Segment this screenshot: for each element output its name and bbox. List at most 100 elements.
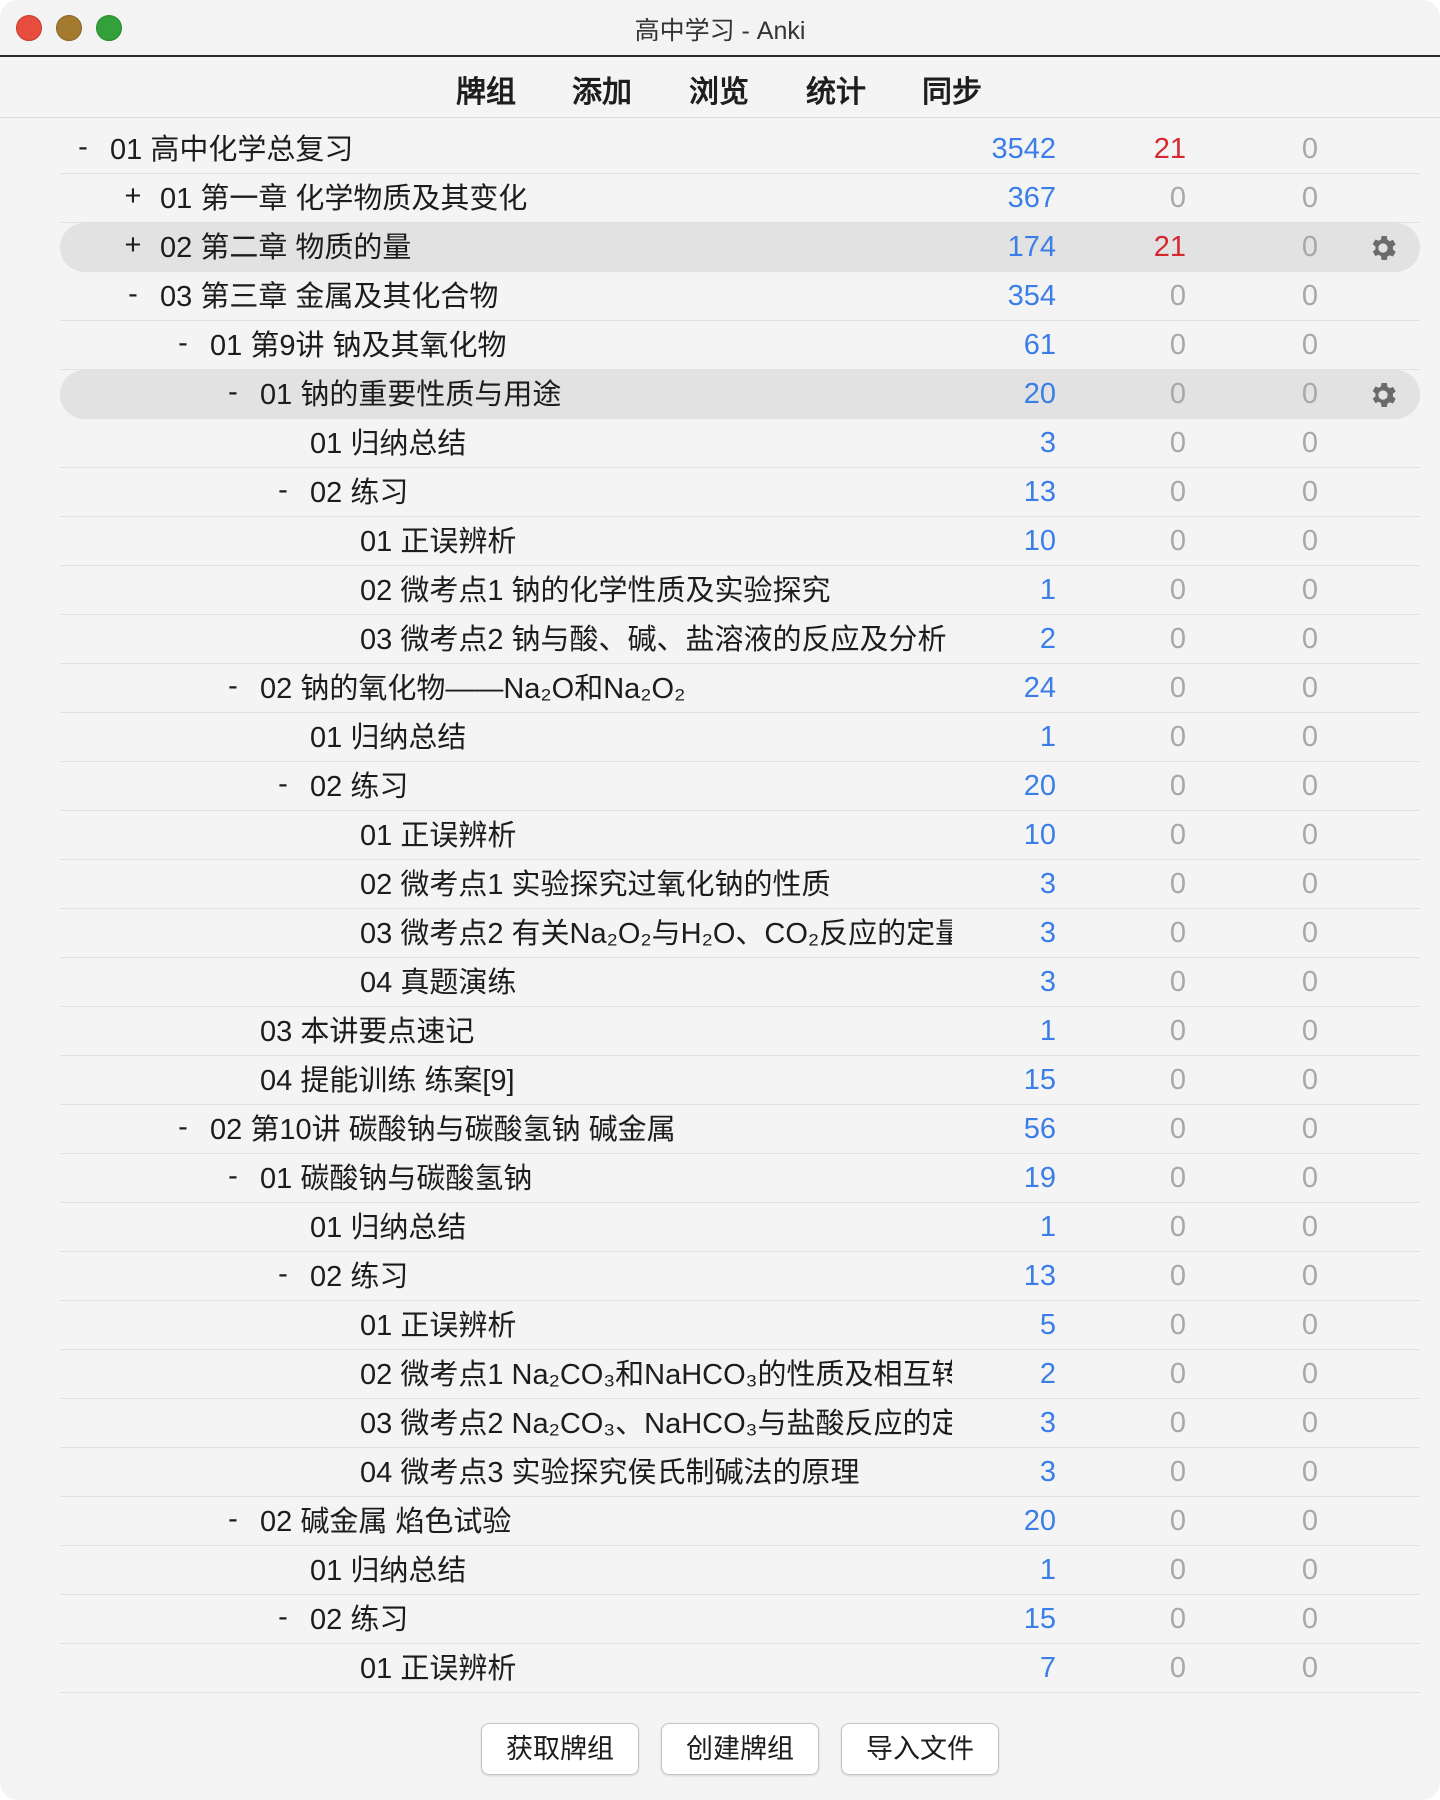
deck-row[interactable]: 01 归纳总结 1 0 0 [60, 713, 1420, 762]
collapse-deck-toggle[interactable]: - [172, 1111, 194, 1144]
due-count: 0 [1301, 721, 1318, 753]
deck-name-link[interactable]: 01 碳酸钠与碳酸氢钠 [260, 1162, 952, 1196]
deck-row[interactable]: 04 微考点3 实验探究侯氏制碱法的原理 3 0 0 [60, 1448, 1420, 1497]
deck-name-link[interactable]: 02 微考点1 实验探究过氧化钠的性质 [360, 868, 952, 902]
deck-row[interactable]: 01 归纳总结 1 0 0 [60, 1546, 1420, 1595]
deck-name-link[interactable]: 01 归纳总结 [310, 1211, 952, 1245]
collapse-deck-toggle[interactable]: - [272, 1601, 294, 1634]
gear-icon[interactable] [1367, 379, 1399, 411]
deck-row[interactable]: 01 正误辨析 5 0 0 [60, 1301, 1420, 1350]
toolbar-decks[interactable]: 牌组 [456, 67, 516, 111]
due-count: 0 [1301, 917, 1318, 949]
collapse-deck-toggle[interactable]: - [272, 1258, 294, 1291]
collapse-deck-toggle[interactable]: - [222, 1160, 244, 1193]
deck-row[interactable]: 03 微考点2 Na₂CO₃、NaHCO₃与盐酸反应的定量 3 0 0 [60, 1399, 1420, 1448]
due-count: 0 [1301, 1554, 1318, 1586]
import-file-button[interactable]: 导入文件 [841, 1723, 999, 1775]
new-count: 354 [1007, 280, 1056, 312]
collapse-deck-toggle[interactable]: - [272, 474, 294, 507]
expand-deck-toggle[interactable]: + [122, 229, 144, 262]
due-count: 0 [1301, 1064, 1318, 1096]
deck-name-link[interactable]: 02 练习 [310, 476, 952, 510]
deck-name-link[interactable]: 01 钠的重要性质与用途 [260, 378, 952, 412]
deck-name-link[interactable]: 02 第10讲 碳酸钠与碳酸氢钠 碱金属 [210, 1113, 952, 1147]
deck-name-link[interactable]: 02 钠的氧化物——Na₂O和Na₂O₂ [260, 672, 952, 706]
deck-row[interactable]: -02 练习 15 0 0 [60, 1595, 1420, 1644]
deck-name-link[interactable]: 01 归纳总结 [310, 1554, 952, 1588]
toolbar-sync[interactable]: 同步 [922, 67, 982, 111]
deck-row[interactable]: 01 正误辨析 7 0 0 [60, 1644, 1420, 1693]
deck-name-link[interactable]: 02 第二章 物质的量 [160, 231, 952, 265]
deck-row[interactable]: 01 归纳总结 3 0 0 [60, 419, 1420, 468]
deck-name-link[interactable]: 04 提能训练 练案[9] [260, 1064, 952, 1098]
deck-row[interactable]: -02 钠的氧化物——Na₂O和Na₂O₂ 24 0 0 [60, 664, 1420, 713]
expand-deck-toggle[interactable]: + [122, 180, 144, 213]
deck-row[interactable]: 01 正误辨析 10 0 0 [60, 811, 1420, 860]
deck-row[interactable]: 02 微考点1 钠的化学性质及实验探究 1 0 0 [60, 566, 1420, 615]
deck-name-link[interactable]: 03 本讲要点速记 [260, 1015, 952, 1049]
deck-row[interactable]: -02 碱金属 焰色试验 20 0 0 [60, 1497, 1420, 1546]
deck-row[interactable]: -01 高中化学总复习 3542 21 0 [60, 125, 1420, 174]
anki-window: 高中学习 - Anki 牌组 添加 浏览 统计 同步 -01 高中化学总复习 35… [0, 0, 1440, 1800]
deck-name-link[interactable]: 01 高中化学总复习 [110, 133, 952, 167]
deck-row[interactable]: 02 微考点1 Na₂CO₃和NaHCO₃的性质及相互转化 2 0 0 [60, 1350, 1420, 1399]
toolbar-browse[interactable]: 浏览 [689, 67, 749, 111]
due-count: 0 [1301, 1260, 1318, 1292]
collapse-deck-toggle[interactable]: - [222, 670, 244, 703]
deck-name-link[interactable]: 01 第一章 化学物质及其变化 [160, 182, 952, 216]
deck-row[interactable]: 02 微考点1 实验探究过氧化钠的性质 3 0 0 [60, 860, 1420, 909]
deck-row[interactable]: -02 练习 13 0 0 [60, 468, 1420, 517]
toolbar-add[interactable]: 添加 [572, 67, 632, 111]
deck-name-link[interactable]: 03 微考点2 Na₂CO₃、NaHCO₃与盐酸反应的定量 [360, 1407, 952, 1441]
deck-row[interactable]: -03 第三章 金属及其化合物 354 0 0 [60, 272, 1420, 321]
deck-row[interactable]: -01 第9讲 钠及其氧化物 61 0 0 [60, 321, 1420, 370]
deck-name-link[interactable]: 01 正误辨析 [360, 525, 952, 559]
collapse-deck-toggle[interactable]: - [272, 768, 294, 801]
new-count: 3 [1039, 917, 1056, 949]
deck-name-link[interactable]: 01 第9讲 钠及其氧化物 [210, 329, 952, 363]
toolbar-stats[interactable]: 统计 [806, 67, 866, 111]
deck-row[interactable]: -02 练习 13 0 0 [60, 1252, 1420, 1301]
gear-icon[interactable] [1367, 232, 1399, 264]
deck-name-link[interactable]: 03 第三章 金属及其化合物 [160, 280, 952, 314]
deck-name-link[interactable]: 02 微考点1 钠的化学性质及实验探究 [360, 574, 952, 608]
deck-row[interactable]: 04 真题演练 3 0 0 [60, 958, 1420, 1007]
deck-row[interactable]: 03 本讲要点速记 1 0 0 [60, 1007, 1420, 1056]
deck-name-link[interactable]: 03 微考点2 钠与酸、碱、盐溶液的反应及分析 [360, 623, 952, 657]
deck-row[interactable]: 03 微考点2 有关Na₂O₂与H₂O、CO₂反应的定量 3 0 0 [60, 909, 1420, 958]
collapse-deck-toggle[interactable]: - [222, 1503, 244, 1536]
collapse-deck-toggle[interactable]: - [172, 327, 194, 360]
collapse-deck-toggle[interactable]: - [72, 131, 94, 164]
deck-name-link[interactable]: 02 碱金属 焰色试验 [260, 1505, 952, 1539]
deck-name-link[interactable]: 01 正误辨析 [360, 819, 952, 853]
deck-name-link[interactable]: 02 微考点1 Na₂CO₃和NaHCO₃的性质及相互转化 [360, 1358, 952, 1392]
create-deck-button[interactable]: 创建牌组 [661, 1723, 819, 1775]
deck-row[interactable]: 01 归纳总结 1 0 0 [60, 1203, 1420, 1252]
deck-row[interactable]: 01 正误辨析 10 0 0 [60, 517, 1420, 566]
deck-name-link[interactable]: 01 正误辨析 [360, 1652, 952, 1686]
deck-row[interactable]: 03 微考点2 钠与酸、碱、盐溶液的反应及分析 2 0 0 [60, 615, 1420, 664]
deck-name-link[interactable]: 02 练习 [310, 1603, 952, 1637]
deck-row[interactable]: -01 碳酸钠与碳酸氢钠 19 0 0 [60, 1154, 1420, 1203]
deck-row[interactable]: +01 第一章 化学物质及其变化 367 0 0 [60, 174, 1420, 223]
deck-name-link[interactable]: 02 练习 [310, 770, 952, 804]
learn-count: 0 [1169, 378, 1186, 410]
deck-name-link[interactable]: 02 练习 [310, 1260, 952, 1294]
deck-row[interactable]: -02 练习 20 0 0 [60, 762, 1420, 811]
collapse-deck-toggle[interactable]: - [122, 278, 144, 311]
deck-name-link[interactable]: 01 归纳总结 [310, 721, 952, 755]
collapse-deck-toggle[interactable]: - [222, 376, 244, 409]
due-count: 0 [1301, 672, 1318, 704]
get-shared-button[interactable]: 获取牌组 [481, 1723, 639, 1775]
deck-name-link[interactable]: 04 微考点3 实验探究侯氏制碱法的原理 [360, 1456, 952, 1490]
due-count: 0 [1301, 1113, 1318, 1145]
deck-name-link[interactable]: 01 归纳总结 [310, 427, 952, 461]
deck-name-link[interactable]: 04 真题演练 [360, 966, 952, 1000]
deck-name-link[interactable]: 03 微考点2 有关Na₂O₂与H₂O、CO₂反应的定量 [360, 917, 952, 951]
due-count: 0 [1301, 868, 1318, 900]
deck-row[interactable]: 04 提能训练 练案[9] 15 0 0 [60, 1056, 1420, 1105]
deck-row[interactable]: +02 第二章 物质的量 174 21 0 [60, 223, 1420, 272]
deck-row[interactable]: -01 钠的重要性质与用途 20 0 0 [60, 370, 1420, 419]
deck-name-link[interactable]: 01 正误辨析 [360, 1309, 952, 1343]
deck-row[interactable]: -02 第10讲 碳酸钠与碳酸氢钠 碱金属 56 0 0 [60, 1105, 1420, 1154]
